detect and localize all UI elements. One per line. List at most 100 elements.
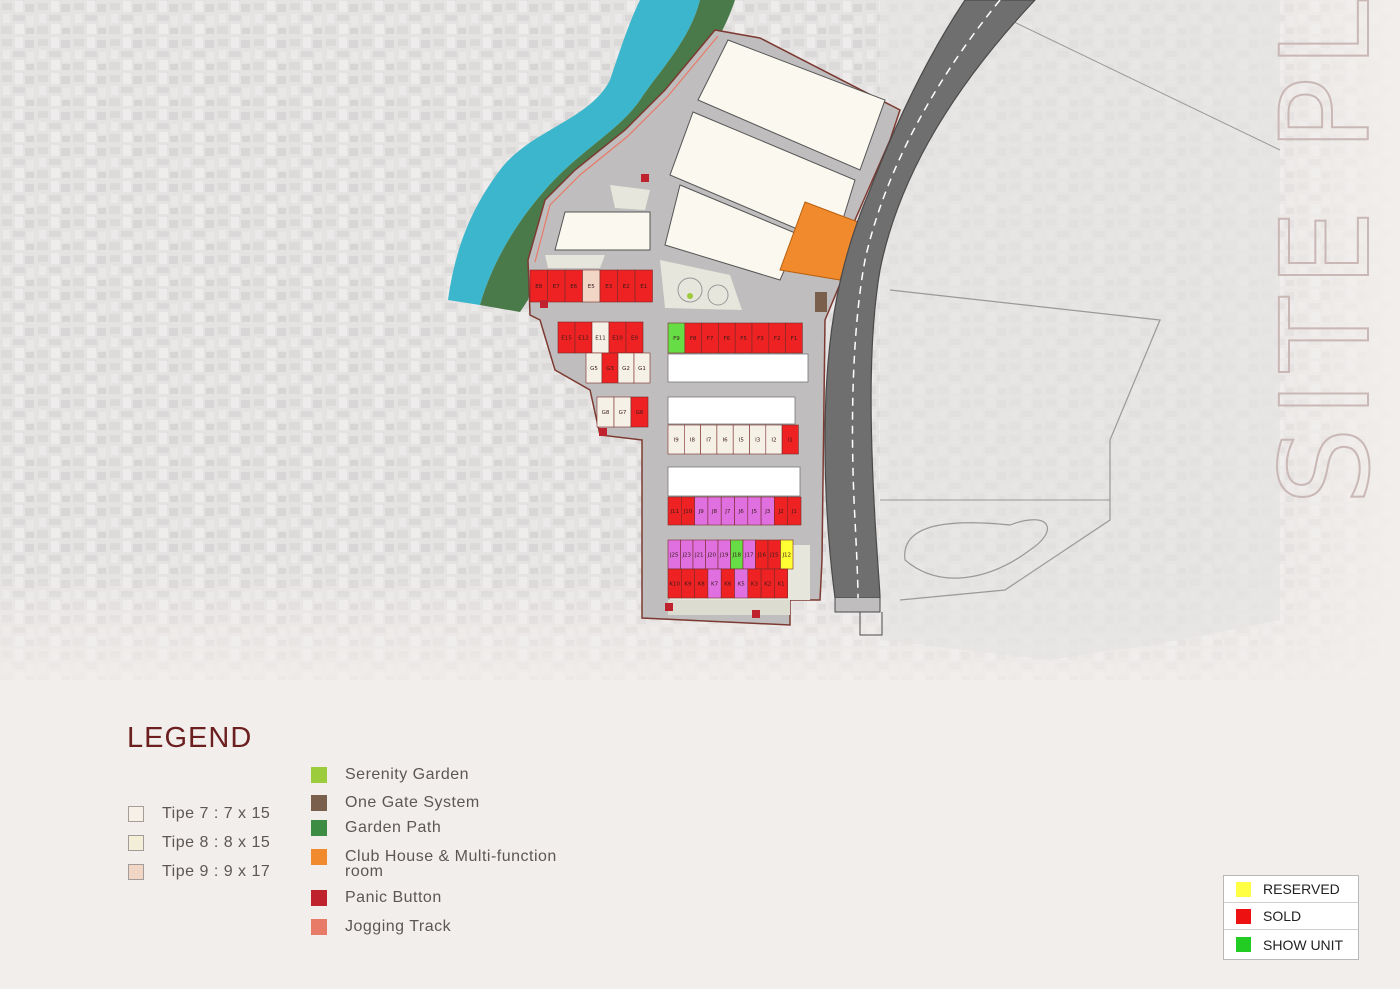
lot-label: I7: [706, 438, 712, 444]
show-unit-swatch: [1236, 937, 1251, 952]
lot-label: E7: [553, 284, 560, 290]
site-plan-map: SITE PLAN E8 E7 E6 E5 E3 E2 E1 E15 E12 E11 E10 E9 G5…: [0, 0, 1400, 680]
panic-button-icon: [665, 603, 673, 611]
lot-label: G5: [590, 366, 598, 372]
status-reserved-label: RESERVED: [1263, 881, 1340, 897]
lot-label: E1: [640, 284, 647, 290]
lot-label: J10: [683, 509, 693, 515]
gate: [815, 292, 827, 312]
status-show-unit: SHOW UNIT: [1224, 931, 1358, 958]
lot-label: K10: [669, 582, 680, 588]
status-reserved: RESERVED: [1224, 876, 1358, 903]
legend-type-9-label: Tipe 9 : 9 x 17: [162, 863, 271, 880]
lot-label: E5: [588, 284, 595, 290]
status-sold-label: SOLD: [1263, 908, 1302, 924]
lot-label: E9: [631, 336, 638, 342]
lot-label: J16: [756, 553, 766, 559]
lot-label: J17: [744, 553, 754, 559]
lot-label: G6: [636, 410, 644, 416]
legend-panic-button: Panic Button: [311, 890, 442, 906]
legend-type-7-label: Tipe 7 : 7 x 15: [162, 805, 271, 822]
legend-garden-path-label: Garden Path: [345, 819, 442, 836]
lot-label: G1: [638, 366, 646, 372]
lot-label: K5: [738, 582, 746, 588]
lot-label: I9: [674, 438, 680, 444]
legend-title: LEGEND: [127, 722, 253, 754]
panic-button-icon: [641, 174, 649, 182]
lot-label: E3: [605, 284, 612, 290]
lot-label: I8: [690, 438, 696, 444]
lot-label: I2: [771, 438, 776, 444]
type-7-swatch: [128, 806, 144, 822]
lot-label: E6: [570, 284, 577, 290]
lot-label: G8: [602, 410, 610, 416]
lot-label: J15: [769, 553, 779, 559]
garden-path-swatch: [311, 820, 327, 836]
status-show-unit-label: SHOW UNIT: [1263, 936, 1344, 953]
panic-button-icon: [599, 428, 607, 436]
legend-type-8: Tipe 8 : 8 x 15: [128, 835, 270, 851]
lot-label: G3: [606, 366, 614, 372]
lot-label: J3: [764, 509, 771, 515]
legend-one-gate-system-label: One Gate System: [345, 794, 480, 811]
legend-club-house: Club House & Multi-function room: [311, 848, 575, 880]
lot-label: I1: [788, 438, 793, 444]
lot-label: J1: [791, 509, 797, 515]
lot-label: G7: [619, 410, 627, 416]
panic-button-icon: [752, 610, 760, 618]
lot-label: E10: [612, 336, 623, 342]
lot-label: E12: [578, 336, 588, 342]
lot-label: J25: [669, 553, 679, 559]
status-legend: RESERVED SOLD SHOW UNIT: [1223, 875, 1359, 960]
lot-label: F6: [723, 336, 730, 342]
reserved-swatch: [1236, 881, 1251, 897]
commercial-block: [554, 211, 651, 251]
lot-label: J8: [711, 509, 718, 515]
type-8-swatch: [128, 835, 144, 851]
legend-garden-path: Garden Path: [311, 820, 441, 836]
lot-label: E8: [535, 284, 542, 290]
lot-label: F1: [791, 336, 798, 342]
lot-label: J6: [738, 509, 745, 515]
one-gate-system-swatch: [311, 795, 327, 811]
lot-label: J21: [694, 553, 704, 559]
lot-label: K9: [684, 582, 692, 588]
lot-label: K8: [698, 582, 706, 588]
lot-label: J2: [777, 509, 783, 515]
lot-label: K6: [724, 582, 732, 588]
lot-label: F3: [757, 336, 764, 342]
lot-label: I5: [739, 438, 745, 444]
lot-label: F5: [740, 336, 747, 342]
legend-type-8-label: Tipe 8 : 8 x 15: [162, 834, 271, 851]
lot-label: K3: [751, 582, 759, 588]
lot-label: F2: [774, 336, 781, 342]
legend-one-gate-system: One Gate System: [311, 795, 480, 811]
legend-jogging-track: Jogging Track: [311, 919, 451, 935]
club-house-swatch: [311, 849, 327, 865]
lot-label: K2: [764, 582, 771, 588]
lot-label: F9: [673, 336, 680, 342]
lot-label: J12: [781, 553, 791, 559]
legend-club-house-label: Club House & Multi-function room: [345, 848, 557, 880]
lot-label: E2: [623, 284, 630, 290]
lot-label: J11: [669, 509, 679, 515]
lot-label: K1: [777, 582, 784, 588]
lot-label: F7: [707, 336, 714, 342]
site-plan-title: SITE PLAN: [1255, 0, 1397, 505]
lot-label: J20: [706, 553, 716, 559]
legend-jogging-track-label: Jogging Track: [345, 918, 452, 935]
legend-type-9: Tipe 9 : 9 x 17: [128, 864, 270, 880]
lot-label: J9: [698, 509, 705, 515]
jogging-track-swatch: [311, 919, 327, 935]
lot-label: J18: [731, 553, 741, 559]
panic-button-icon: [540, 300, 548, 308]
lot-label: I3: [755, 438, 761, 444]
panic-button-swatch: [311, 890, 327, 906]
lot-label: J19: [719, 553, 729, 559]
lot-label: K7: [711, 582, 719, 588]
sold-swatch: [1236, 908, 1251, 924]
type-9-swatch: [128, 864, 144, 880]
lot-label: G2: [622, 366, 630, 372]
lot-label: E15: [561, 336, 572, 342]
lot-label: E11: [595, 336, 605, 342]
